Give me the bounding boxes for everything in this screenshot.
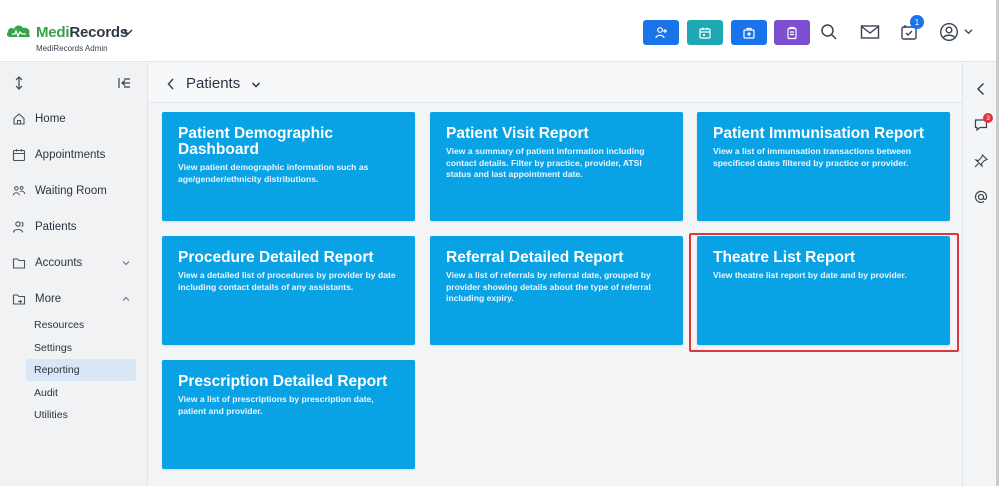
sidebar: Home Appointments Waiting Room Patients … (0, 63, 148, 486)
report-card-description: View a list of immunsation transactions … (713, 146, 912, 168)
patients-icon (12, 220, 26, 234)
chevron-down-icon[interactable] (964, 28, 973, 35)
pin-icon[interactable] (973, 153, 989, 169)
sidebar-subitem-utilities[interactable]: Utilities (26, 404, 136, 426)
add-patient-button[interactable] (643, 20, 679, 45)
report-card-title: Referral Detailed Report (446, 249, 624, 266)
messages-button[interactable] (860, 22, 880, 42)
sidebar-item-patients[interactable]: Patients (0, 213, 148, 241)
report-card-patient-demographic-dashboard[interactable]: Patient Demographic Dashboard View patie… (162, 112, 415, 221)
report-card-title: Procedure Detailed Report (178, 249, 374, 266)
report-card-referral-detailed-report[interactable]: Referral Detailed Report View a list of … (430, 236, 683, 345)
collapse-sidebar-icon[interactable] (117, 75, 133, 91)
page-title[interactable]: Patients (186, 75, 240, 92)
sidebar-subitem-resources[interactable]: Resources (26, 314, 136, 336)
mail-icon (860, 25, 880, 39)
tasks-badge: 1 (910, 15, 924, 29)
report-card-description: View a summary of patient information in… (446, 146, 645, 179)
comments-badge: 3 (983, 113, 993, 123)
sidebar-item-label: Home (35, 113, 66, 125)
waiting-room-icon (12, 184, 26, 198)
sidebar-item-label: Appointments (35, 149, 106, 161)
report-card-theatre-list-report[interactable]: Theatre List Report View theatre list re… (697, 236, 950, 345)
sidebar-subitem-settings[interactable]: Settings (26, 337, 136, 359)
add-patient-icon (655, 26, 667, 38)
sidebar-item-label: Accounts (35, 257, 83, 269)
chevron-left-icon[interactable] (973, 81, 989, 97)
medirecords-logo-icon (6, 25, 30, 38)
sidebar-subitem-audit[interactable]: Audit (26, 382, 136, 404)
sidebar-item-appointments[interactable]: Appointments (0, 141, 148, 169)
medical-kit-button[interactable] (731, 20, 767, 45)
sidebar-item-label: Patients (35, 221, 77, 233)
folder-share-icon (12, 292, 26, 306)
clipboard-icon (787, 26, 797, 39)
calendar-icon (12, 148, 26, 162)
chevron-down-icon[interactable] (123, 28, 133, 36)
chevron-down-icon[interactable] (251, 81, 261, 89)
report-card-description: View a detailed list of procedures by pr… (178, 270, 396, 292)
report-card-title: Theatre List Report (713, 249, 856, 266)
brand-part-records: Records (69, 24, 128, 41)
user-menu-button[interactable] (939, 22, 959, 42)
report-card-description: View theatre list report by date and by … (713, 270, 907, 280)
report-card-description: View a list of referrals by referral dat… (446, 270, 651, 303)
sidebar-item-more[interactable]: More (0, 285, 148, 313)
sidebar-item-home[interactable]: Home (0, 105, 148, 133)
sidebar-item-label: More (35, 293, 62, 305)
sidebar-subitem-reporting[interactable]: Reporting (26, 359, 136, 381)
top-header: MediRecords MediRecords Admin 1 (0, 0, 999, 62)
report-card-title: Patient Demographic Dashboard (178, 125, 334, 158)
appointments-button[interactable] (687, 20, 723, 45)
search-icon (821, 24, 837, 40)
report-card-title: Patient Immunisation Report (713, 125, 924, 142)
report-card-title: Prescription Detailed Report (178, 373, 388, 390)
chevron-down-icon (122, 261, 130, 266)
report-card-prescription-detailed-report[interactable]: Prescription Detailed Report View a list… (162, 360, 415, 469)
medical-kit-icon (743, 27, 755, 39)
page-header: Patients (149, 63, 962, 103)
sidebar-item-waiting-room[interactable]: Waiting Room (0, 177, 148, 205)
app-subtitle: MediRecords Admin (36, 44, 108, 53)
chevron-left-icon[interactable] (166, 77, 176, 91)
report-card-description: View a list of prescriptions by prescrip… (178, 394, 374, 416)
search-button[interactable] (819, 22, 839, 42)
mention-icon[interactable] (973, 189, 989, 205)
clipboard-button[interactable] (774, 20, 810, 45)
brand-part-medi: Medi (36, 24, 70, 41)
sidebar-item-label: Waiting Room (35, 185, 107, 197)
calendar-icon (699, 27, 711, 39)
right-rail (962, 63, 999, 486)
sidebar-item-accounts[interactable]: Accounts (0, 249, 148, 277)
chevron-up-icon (122, 296, 130, 301)
app-brand[interactable]: MediRecords (36, 24, 128, 41)
report-card-title: Patient Visit Report (446, 125, 589, 142)
home-icon (12, 112, 26, 126)
report-card-description: View patient demographic information suc… (178, 162, 369, 184)
user-avatar-icon (939, 22, 959, 42)
report-card-procedure-detailed-report[interactable]: Procedure Detailed Report View a detaile… (162, 236, 415, 345)
resize-vertical-icon[interactable] (11, 75, 27, 91)
report-card-patient-visit-report[interactable]: Patient Visit Report View a summary of p… (430, 112, 683, 221)
report-card-patient-immunisation-report[interactable]: Patient Immunisation Report View a list … (697, 112, 950, 221)
folder-icon (12, 256, 26, 270)
